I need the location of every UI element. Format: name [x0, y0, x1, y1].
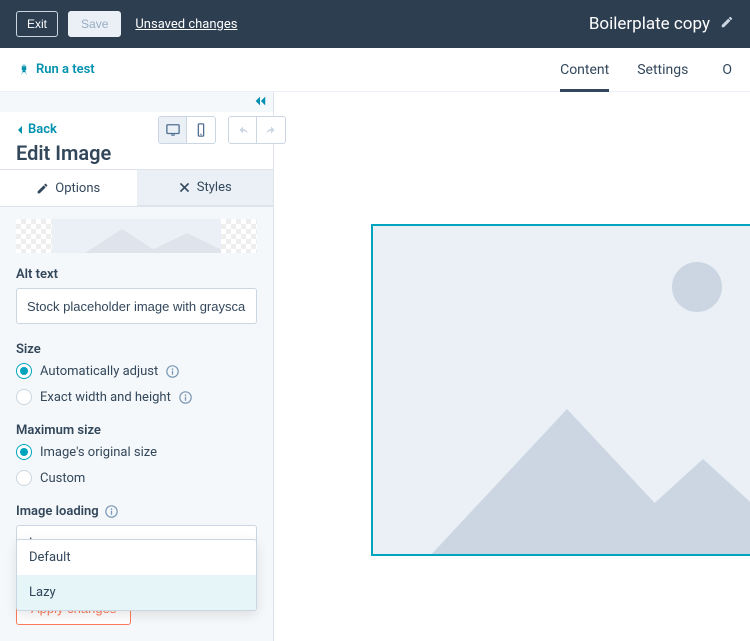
- tab-more[interactable]: O: [722, 48, 732, 91]
- dropdown-item-default[interactable]: Default: [17, 540, 256, 575]
- canvas: [274, 92, 750, 641]
- size-radio-exact[interactable]: Exact width and height: [16, 389, 257, 405]
- radio-icon: [16, 470, 32, 486]
- maxsize-radio-original[interactable]: Image's original size: [16, 444, 257, 460]
- edit-title-icon[interactable]: [720, 15, 734, 33]
- redo-button[interactable]: [257, 117, 285, 143]
- tab-content[interactable]: Content: [560, 48, 609, 91]
- size-label: Size: [16, 342, 257, 357]
- subtab-styles-label: Styles: [197, 180, 232, 195]
- save-button: Save: [68, 11, 121, 37]
- radio-icon: [16, 363, 32, 379]
- dropdown-item-lazy[interactable]: Lazy: [17, 575, 256, 610]
- maxsize-label: Maximum size: [16, 423, 257, 438]
- size-radio-auto[interactable]: Automatically adjust: [16, 363, 257, 379]
- topbar-left: Exit Save Unsaved changes: [16, 11, 237, 37]
- alt-text-input[interactable]: [16, 288, 257, 324]
- main-tabs: Content Settings O: [560, 48, 732, 91]
- mobile-view-button[interactable]: [187, 117, 215, 143]
- radio-icon: [16, 389, 32, 405]
- page-title: Boilerplate copy: [589, 14, 710, 34]
- radio-label: Exact width and height: [40, 390, 171, 405]
- loading-dropdown: Default Lazy: [16, 539, 257, 611]
- unsaved-changes-link[interactable]: Unsaved changes: [135, 17, 237, 32]
- radio-label: Image's original size: [40, 445, 157, 460]
- alt-text-label: Alt text: [16, 267, 257, 282]
- thumb-checker-right: [221, 219, 257, 253]
- undo-redo-group: [228, 116, 286, 144]
- undo-button[interactable]: [229, 117, 257, 143]
- image-preview[interactable]: [371, 224, 750, 556]
- info-icon[interactable]: [105, 505, 118, 518]
- subtab-options-label: Options: [55, 181, 100, 196]
- desktop-view-button[interactable]: [159, 117, 187, 143]
- secondbar: Run a test Content Settings O: [0, 48, 750, 92]
- subtab-options[interactable]: Options: [0, 170, 137, 206]
- sidebar: Back Edit Image Options Styles Alt: [0, 92, 274, 641]
- canvas-toolbar: [158, 116, 286, 144]
- info-icon[interactable]: [179, 391, 192, 404]
- topbar: Exit Save Unsaved changes Boilerplate co…: [0, 0, 750, 48]
- loading-label: Image loading: [16, 504, 257, 519]
- run-test-link[interactable]: Run a test: [18, 62, 95, 77]
- collapse-sidebar-button[interactable]: [0, 92, 273, 112]
- image-thumbnail[interactable]: [16, 219, 257, 253]
- sub-tabs: Options Styles: [0, 170, 273, 207]
- thumb-checker-left: [16, 219, 52, 253]
- maxsize-radio-custom[interactable]: Custom: [16, 470, 257, 486]
- info-icon[interactable]: [166, 365, 179, 378]
- exit-button[interactable]: Exit: [16, 11, 58, 37]
- radio-label: Automatically adjust: [40, 364, 158, 379]
- tab-settings[interactable]: Settings: [637, 48, 688, 91]
- preview-mountain-shape: [593, 459, 750, 556]
- panel-title: Edit Image: [16, 141, 257, 165]
- run-test-label: Run a test: [36, 62, 95, 77]
- subtab-styles[interactable]: Styles: [137, 170, 274, 206]
- thumb-preview: [52, 219, 221, 253]
- panel-body: Alt text Size Automatically adjust Exact…: [0, 207, 273, 641]
- back-label: Back: [28, 122, 57, 137]
- viewport-toggle: [158, 116, 216, 144]
- maxsize-radio-group: Image's original size Custom: [16, 444, 257, 486]
- body: Back Edit Image Options Styles Alt: [0, 92, 750, 641]
- radio-label: Custom: [40, 471, 85, 486]
- preview-sun-shape: [672, 262, 722, 312]
- radio-icon: [16, 444, 32, 460]
- size-radio-group: Automatically adjust Exact width and hei…: [16, 363, 257, 405]
